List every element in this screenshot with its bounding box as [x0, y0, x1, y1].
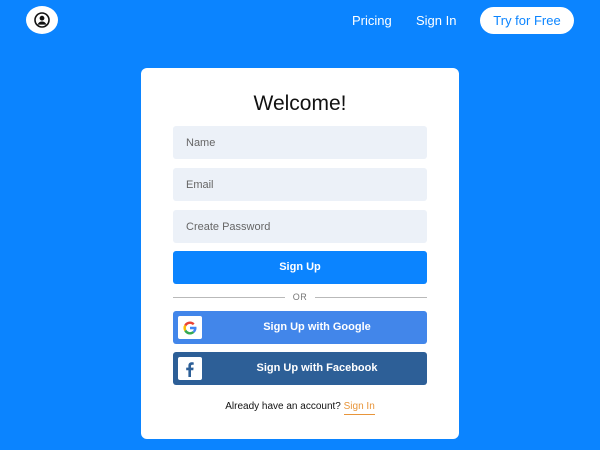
sign-in-link[interactable]: Sign In [343, 401, 375, 415]
facebook-signup-label: Sign Up with Facebook [256, 362, 378, 374]
facebook-icon [178, 357, 202, 380]
sign-up-button[interactable]: Sign Up [173, 251, 427, 284]
account-prompt-text: Already have an account? [225, 401, 341, 412]
google-signup-label: Sign Up with Google [263, 321, 371, 333]
password-field[interactable] [173, 210, 427, 243]
name-field[interactable] [173, 126, 427, 159]
nav-pricing-link[interactable]: Pricing [352, 13, 392, 28]
try-for-free-button[interactable]: Try for Free [480, 7, 574, 34]
user-circle-icon[interactable] [26, 6, 58, 34]
sign-in-prompt: Already have an account? Sign In [0, 400, 600, 415]
card-title: Welcome! [253, 92, 347, 115]
nav-sign-in-link[interactable]: Sign In [416, 13, 456, 28]
facebook-signup-button[interactable]: Sign Up with Facebook [173, 352, 427, 385]
divider-text: OR [292, 292, 308, 302]
google-icon [178, 316, 202, 339]
or-divider: OR [173, 290, 427, 304]
user-circle-icon-graphic [34, 12, 50, 28]
top-navigation: Pricing Sign In Try for Free [0, 0, 600, 40]
google-signup-button[interactable]: Sign Up with Google [173, 311, 427, 344]
email-field[interactable] [173, 168, 427, 201]
